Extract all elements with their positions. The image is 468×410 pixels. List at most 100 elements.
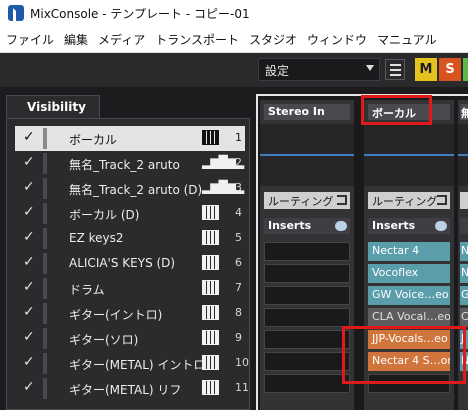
track-number: 5	[235, 231, 242, 244]
insert-slot[interactable]: G	[460, 286, 468, 305]
routing-button[interactable]	[460, 192, 468, 209]
insert-slot[interactable]	[264, 374, 350, 393]
listen-button[interactable]	[463, 58, 468, 81]
menu-edit[interactable]: 編集	[58, 31, 92, 48]
track-name: ドラム	[69, 283, 105, 297]
check-icon[interactable]: ✓	[23, 154, 35, 170]
channel-rack-band	[364, 124, 454, 186]
routing-button[interactable]: ルーティング	[368, 192, 450, 209]
visibility-row[interactable]: ✓ 無名_Track_2 aruto (D) ▂▆█▆▂ 3	[15, 176, 245, 201]
cubase-logo-icon	[8, 5, 24, 24]
piano-icon	[202, 355, 219, 370]
mute-all-button[interactable]: M	[415, 58, 437, 81]
visibility-row[interactable]: ✓ ギター(METAL) リフ 11	[15, 376, 249, 401]
check-icon[interactable]: ✓	[23, 229, 35, 245]
track-name: 無名_Track_2 aruto (D)	[69, 183, 203, 197]
inserts-bypass-icon[interactable]	[335, 221, 347, 231]
inserts-header[interactable]: Inserts	[368, 218, 450, 234]
channel-rack-band	[260, 124, 354, 186]
solo-all-button[interactable]: S	[439, 58, 461, 81]
track-number: 6	[235, 256, 242, 269]
menu-manual[interactable]: マニュアル	[371, 31, 441, 48]
insert-slot[interactable]	[264, 286, 350, 305]
list-icon[interactable]	[385, 59, 405, 80]
check-icon[interactable]: ✓	[23, 329, 35, 345]
visibility-tab[interactable]: Visibility	[6, 95, 100, 119]
check-icon[interactable]: ✓	[23, 254, 35, 270]
insert-slot[interactable]	[264, 330, 350, 349]
track-color-strip	[43, 353, 47, 374]
waveform-icon: ▂▆█▆▂	[202, 180, 244, 194]
track-number: 7	[235, 281, 242, 294]
piano-icon	[202, 205, 219, 220]
preset-select[interactable]: 設定	[258, 58, 380, 81]
menu-window[interactable]: ウィンドウ	[301, 31, 371, 48]
annotation-highlight-box	[342, 326, 466, 384]
track-name: ボーカル	[69, 133, 118, 147]
visibility-row[interactable]: ✓ ALICIA'S KEYS (D) 6	[15, 251, 245, 276]
insert-slot[interactable]	[264, 264, 350, 283]
menu-file[interactable]: ファイル	[0, 31, 58, 48]
track-name: 無名_Track_2 aruto	[69, 158, 180, 172]
menu-transport[interactable]: トランスポート	[149, 31, 243, 48]
track-number: 10	[235, 356, 249, 369]
check-icon[interactable]: ✓	[23, 379, 35, 395]
insert-slot[interactable]: C	[460, 308, 468, 327]
channel-rack-band	[458, 124, 468, 186]
menu-studio[interactable]: スタジオ	[243, 31, 301, 48]
insert-slot-gw-voice[interactable]: GW Voice…eo	[368, 286, 450, 305]
insert-slot-nectar4[interactable]: Nectar 4	[368, 242, 450, 261]
waveform-icon: ▂▆█▆▂	[202, 155, 244, 169]
insert-slot-cla-vocal[interactable]: CLA Vocal…eo	[368, 308, 450, 327]
check-icon[interactable]: ✓	[23, 354, 35, 370]
visibility-row[interactable]: ✓ EZ keys2 5	[15, 226, 245, 251]
check-icon[interactable]: ✓	[23, 279, 35, 295]
track-name: ギター(イントロ)	[69, 308, 163, 322]
track-number: 9	[235, 331, 242, 344]
routing-button[interactable]: ルーティング	[264, 192, 350, 209]
piano-icon	[202, 230, 219, 245]
insert-slot[interactable]: N	[460, 264, 468, 283]
track-color-strip	[43, 378, 47, 399]
routing-label: ルーティング	[268, 195, 334, 208]
inserts-label: Inserts	[268, 219, 312, 232]
visibility-row[interactable]: ✓ 無名_Track_2 aruto ▂▆█▆▂ 2	[15, 151, 245, 176]
routing-icon	[437, 195, 447, 205]
track-number: 2	[235, 156, 242, 169]
track-name: ギター(ソロ)	[69, 333, 139, 347]
track-color-strip	[43, 128, 47, 149]
track-color-strip	[43, 328, 47, 349]
channel-strip-stereo-in: Stereo In ルーティング Inserts	[260, 100, 354, 410]
track-color-strip	[43, 203, 47, 224]
visibility-row[interactable]: ✓ ボーカル 1	[15, 126, 245, 151]
channel-name[interactable]: Stereo In	[264, 104, 350, 120]
insert-slot[interactable]	[264, 308, 350, 327]
visibility-row[interactable]: ✓ ボーカル (D) 4	[15, 201, 245, 226]
inserts-label: Inserts	[372, 219, 416, 232]
check-icon[interactable]: ✓	[23, 204, 35, 220]
track-number: 3	[235, 181, 242, 194]
check-icon[interactable]: ✓	[23, 179, 35, 195]
piano-icon	[202, 330, 219, 345]
insert-slot-vocoflex[interactable]: Vocoflex	[368, 264, 450, 283]
inserts-header[interactable]	[460, 218, 468, 234]
visibility-row[interactable]: ✓ ギター(イントロ) 8	[15, 301, 245, 326]
track-name: ギター(METAL) イントロ	[69, 358, 206, 372]
track-number: 8	[235, 306, 242, 319]
track-color-strip	[43, 178, 47, 199]
inserts-header[interactable]: Inserts	[264, 218, 350, 234]
check-icon[interactable]: ✓	[23, 304, 35, 320]
visibility-row[interactable]: ✓ ドラム 7	[15, 276, 245, 301]
visibility-row[interactable]: ✓ ギター(METAL) イントロ 10	[15, 351, 249, 376]
inserts-bypass-icon[interactable]	[435, 221, 447, 231]
insert-slot[interactable]	[264, 242, 350, 261]
channel-name[interactable]: 無	[460, 104, 468, 120]
check-icon[interactable]: ✓	[23, 129, 35, 145]
menu-media[interactable]: メディア	[92, 31, 149, 48]
insert-slot[interactable]	[264, 352, 350, 371]
piano-icon	[202, 305, 219, 320]
preset-value: 設定	[265, 64, 290, 78]
insert-slot[interactable]: N	[460, 242, 468, 261]
visibility-panel: ✓ ボーカル 1 ✓ 無名_Track_2 aruto ▂▆█▆▂ 2 ✓ 無名…	[6, 118, 250, 410]
visibility-row[interactable]: ✓ ギター(ソロ) 9	[15, 326, 245, 351]
